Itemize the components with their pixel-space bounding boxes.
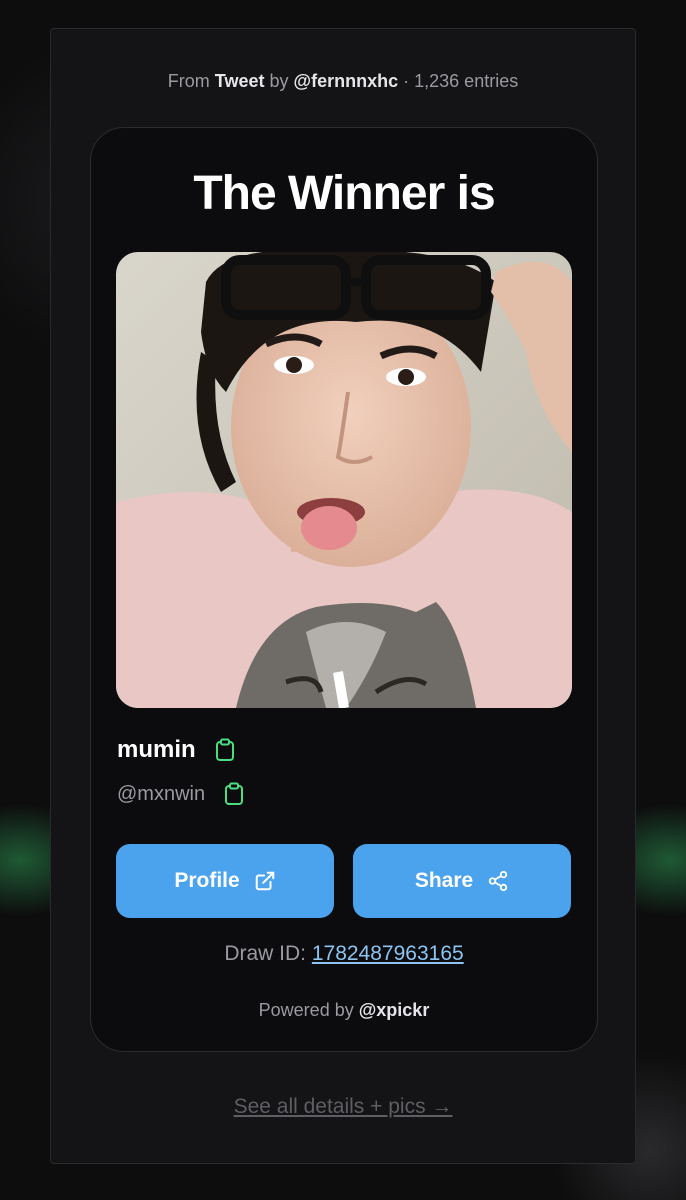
winner-name: mumin xyxy=(117,736,196,763)
draw-id-link[interactable]: 1782487963165 xyxy=(312,942,464,965)
draw-id-label: Draw ID: xyxy=(224,942,306,965)
source-prefix: From xyxy=(167,71,210,91)
copy-name-clipboard-icon[interactable] xyxy=(214,738,236,762)
winner-photo xyxy=(116,252,572,708)
copy-handle-clipboard-icon[interactable] xyxy=(223,782,245,806)
share-button-label: Share xyxy=(414,869,474,892)
see-all-details-link[interactable]: See all details + pics → xyxy=(51,1095,635,1119)
share-button[interactable]: Share xyxy=(353,844,571,918)
source-platform: Tweet xyxy=(214,71,265,91)
powered-brand[interactable]: @xpickr xyxy=(359,1000,430,1020)
powered-by: Powered by @xpickr xyxy=(91,1000,597,1021)
external-link-icon xyxy=(255,871,274,891)
source-separator: · xyxy=(403,71,410,91)
winner-photo-image xyxy=(116,252,572,708)
winner-card: The Winner is mumin @mxnwin Profile Shar… xyxy=(90,127,598,1052)
winner-handle: @mxnwin xyxy=(117,782,206,805)
profile-button-label: Profile xyxy=(174,869,240,892)
winner-name-row: mumin xyxy=(117,736,236,764)
source-by: by xyxy=(269,71,289,91)
winner-handle-row: @mxnwin xyxy=(117,782,245,806)
winner-title: The Winner is xyxy=(193,167,495,220)
source-line: From Tweet by @fernnnxhc · 1,236 entries xyxy=(51,71,635,92)
share-icon xyxy=(489,870,508,892)
source-author[interactable]: @fernnnxhc xyxy=(294,71,399,91)
winner-modal: From Tweet by @fernnnxhc · 1,236 entries… xyxy=(50,28,636,1164)
powered-prefix: Powered by xyxy=(258,1000,354,1020)
profile-button[interactable]: Profile xyxy=(116,844,334,918)
draw-id-line: Draw ID: 1782487963165 xyxy=(91,942,597,966)
entries-count: 1,236 entries xyxy=(414,71,519,91)
